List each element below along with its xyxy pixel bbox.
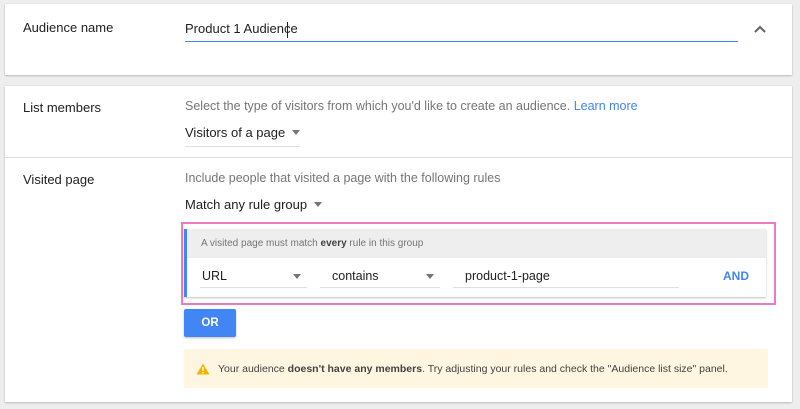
audience-name-input[interactable] <box>185 18 738 42</box>
collapse-button[interactable] <box>750 20 770 38</box>
rule-operator-value: contains <box>332 269 379 283</box>
list-members-help: Select the type of visitors from which y… <box>185 99 638 113</box>
list-members-dropdown[interactable]: Visitors of a page <box>185 125 301 147</box>
caret-down-icon <box>314 202 323 207</box>
audience-name-label: Audience name <box>23 20 114 35</box>
rule-group: A visited page must match every rule in … <box>184 229 766 297</box>
warning-text: Your audience doesn't have any members. … <box>218 363 728 375</box>
caret-down-icon <box>293 273 301 279</box>
rule-header-prefix: A visited page must match <box>201 238 321 249</box>
caret-down-icon <box>292 130 301 135</box>
and-button[interactable]: AND <box>723 269 749 283</box>
rule-value-text: product-1-page <box>465 269 550 283</box>
audience-warning: Your audience doesn't have any members. … <box>184 349 768 388</box>
rule-group-header: A visited page must match every rule in … <box>187 229 766 258</box>
warning-triangle-icon <box>196 363 210 374</box>
list-members-help-text: Select the type of visitors from which y… <box>185 99 574 113</box>
match-rule-group-dropdown[interactable]: Match any rule group <box>185 197 323 212</box>
audience-name-card: Audience name <box>5 4 792 75</box>
rule-field-value: URL <box>202 269 228 283</box>
text-cursor <box>287 22 288 38</box>
rule-field-dropdown[interactable]: URL <box>200 265 307 288</box>
visited-page-help: Include people that visited a page with … <box>185 171 501 185</box>
rule-header-suffix: rule in this group <box>346 238 424 249</box>
list-members-selected: Visitors of a page <box>185 125 286 140</box>
section-divider <box>5 157 792 158</box>
chevron-up-icon <box>754 25 766 33</box>
rule-operator-dropdown[interactable]: contains <box>320 265 440 288</box>
visited-page-label: Visited page <box>23 172 95 187</box>
match-selected: Match any rule group <box>185 197 308 212</box>
warning-bold: doesn't have any members <box>287 362 423 375</box>
list-members-label: List members <box>23 100 102 115</box>
rule-value-input[interactable]: product-1-page <box>453 265 679 288</box>
warning-prefix: Your audience <box>218 362 288 375</box>
caret-down-icon <box>426 273 434 279</box>
learn-more-link[interactable]: Learn more <box>574 99 638 113</box>
rule-header-bold: every <box>320 238 347 249</box>
warning-suffix: . Try adjusting your rules and check the… <box>422 362 728 375</box>
or-button[interactable]: OR <box>184 309 236 337</box>
